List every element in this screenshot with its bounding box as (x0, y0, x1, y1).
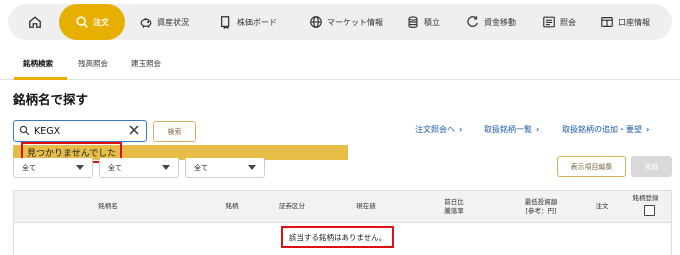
tab-position-inquiry[interactable]: 建玉照会 (131, 58, 161, 69)
nav-label-reserve: 積立 (424, 17, 440, 27)
nav-label-order: 注文 (93, 17, 109, 27)
tab-stock-search[interactable]: 銘柄検索 (23, 58, 53, 69)
filter-value-2: 全て (108, 163, 122, 172)
filter-value-3: 全て (194, 163, 208, 172)
transfer-icon (467, 16, 478, 27)
active-tab-indicator (14, 77, 67, 80)
col-order: 注文 (595, 202, 609, 211)
nav-stock-board[interactable]: 株価ボード (219, 4, 277, 40)
chevron-down-icon (248, 165, 256, 170)
nav-label-transfer: 資金移動 (484, 17, 516, 27)
nav-market[interactable]: マーケット情報 (309, 4, 383, 40)
link-order-inquiry[interactable]: 注文照会へ › (415, 124, 462, 135)
nav-reserve[interactable]: 積立 (406, 4, 440, 40)
globe-icon (310, 16, 322, 28)
filter-value-1: 全て (22, 163, 36, 172)
nav-label-account: 口座情報 (618, 17, 650, 27)
filter-select-1[interactable]: 全て (13, 158, 93, 178)
link-add-request[interactable]: 取扱銘柄の追加・要望 › (562, 124, 649, 135)
link-label-order-inquiry: 注文照会へ (415, 125, 455, 134)
board-icon (221, 16, 230, 29)
nav-home[interactable] (28, 4, 42, 40)
piggy-bank-icon (140, 18, 152, 28)
chevron-down-icon (162, 165, 170, 170)
nav-account[interactable]: 口座情報 (600, 4, 650, 40)
chevron-down-icon (76, 165, 84, 170)
edit-display-items-button[interactable]: 表示項目編集 (557, 156, 626, 177)
chevron-right-icon: › (459, 125, 463, 134)
search-icon (19, 125, 30, 136)
col-change: 前日比 騰落率 (444, 197, 464, 215)
filter-select-3[interactable]: 全て (185, 158, 265, 178)
link-stock-list[interactable]: 取扱銘柄一覧 › (484, 124, 539, 135)
col-stock: 銘柄 (225, 202, 239, 211)
stack-icon (408, 16, 418, 28)
clear-icon[interactable] (128, 124, 140, 136)
chevron-right-icon: › (646, 125, 650, 134)
search-input[interactable] (34, 123, 124, 139)
register-all-checkbox[interactable] (644, 205, 655, 216)
inquiry-icon (543, 16, 555, 28)
tab-balance-inquiry[interactable]: 残高照会 (78, 58, 108, 69)
table-header: 銘柄名 銘柄 証券区分 現在値 前日比 騰落率 最低投資額 [参考：円] 注文 … (14, 191, 671, 223)
page-title: 銘柄名で探す (13, 92, 89, 107)
register-button[interactable]: 登録 (631, 156, 672, 177)
top-nav: 注文 資産状況 株価ボード マーケット情報 積立 資金移動 照会 口座情報 (8, 4, 672, 40)
link-label-add-request: 取扱銘柄の追加・要望 (562, 125, 642, 134)
col-stock-name: 銘柄名 (98, 202, 118, 211)
search-button[interactable]: 検索 (153, 121, 196, 142)
filter-select-2[interactable]: 全て (99, 158, 179, 178)
nav-transfer[interactable]: 資金移動 (466, 4, 516, 40)
search-field[interactable] (13, 120, 147, 142)
chevron-right-icon: › (536, 125, 540, 134)
empty-result-message: 該当する銘柄はありません。 (281, 226, 395, 248)
nav-order[interactable]: 注文 (59, 4, 125, 40)
nav-inquiry[interactable]: 照会 (542, 4, 576, 40)
account-icon (601, 17, 613, 27)
col-security-type: 証券区分 (279, 202, 305, 211)
nav-label-inquiry: 照会 (560, 17, 576, 27)
nav-label-assets: 資産状況 (157, 17, 189, 27)
search-icon (76, 16, 88, 28)
nav-label-stock-board: 株価ボード (237, 17, 277, 27)
home-icon (29, 16, 41, 28)
nav-label-market: マーケット情報 (327, 17, 383, 27)
nav-assets[interactable]: 資産状況 (139, 4, 189, 40)
col-current-price: 現在値 (356, 202, 376, 211)
col-min-investment: 最低投資額 [参考：円] (524, 197, 558, 215)
link-label-stock-list: 取扱銘柄一覧 (484, 125, 532, 134)
sub-tabs: 銘柄検索 残高照会 建玉照会 (0, 52, 680, 80)
